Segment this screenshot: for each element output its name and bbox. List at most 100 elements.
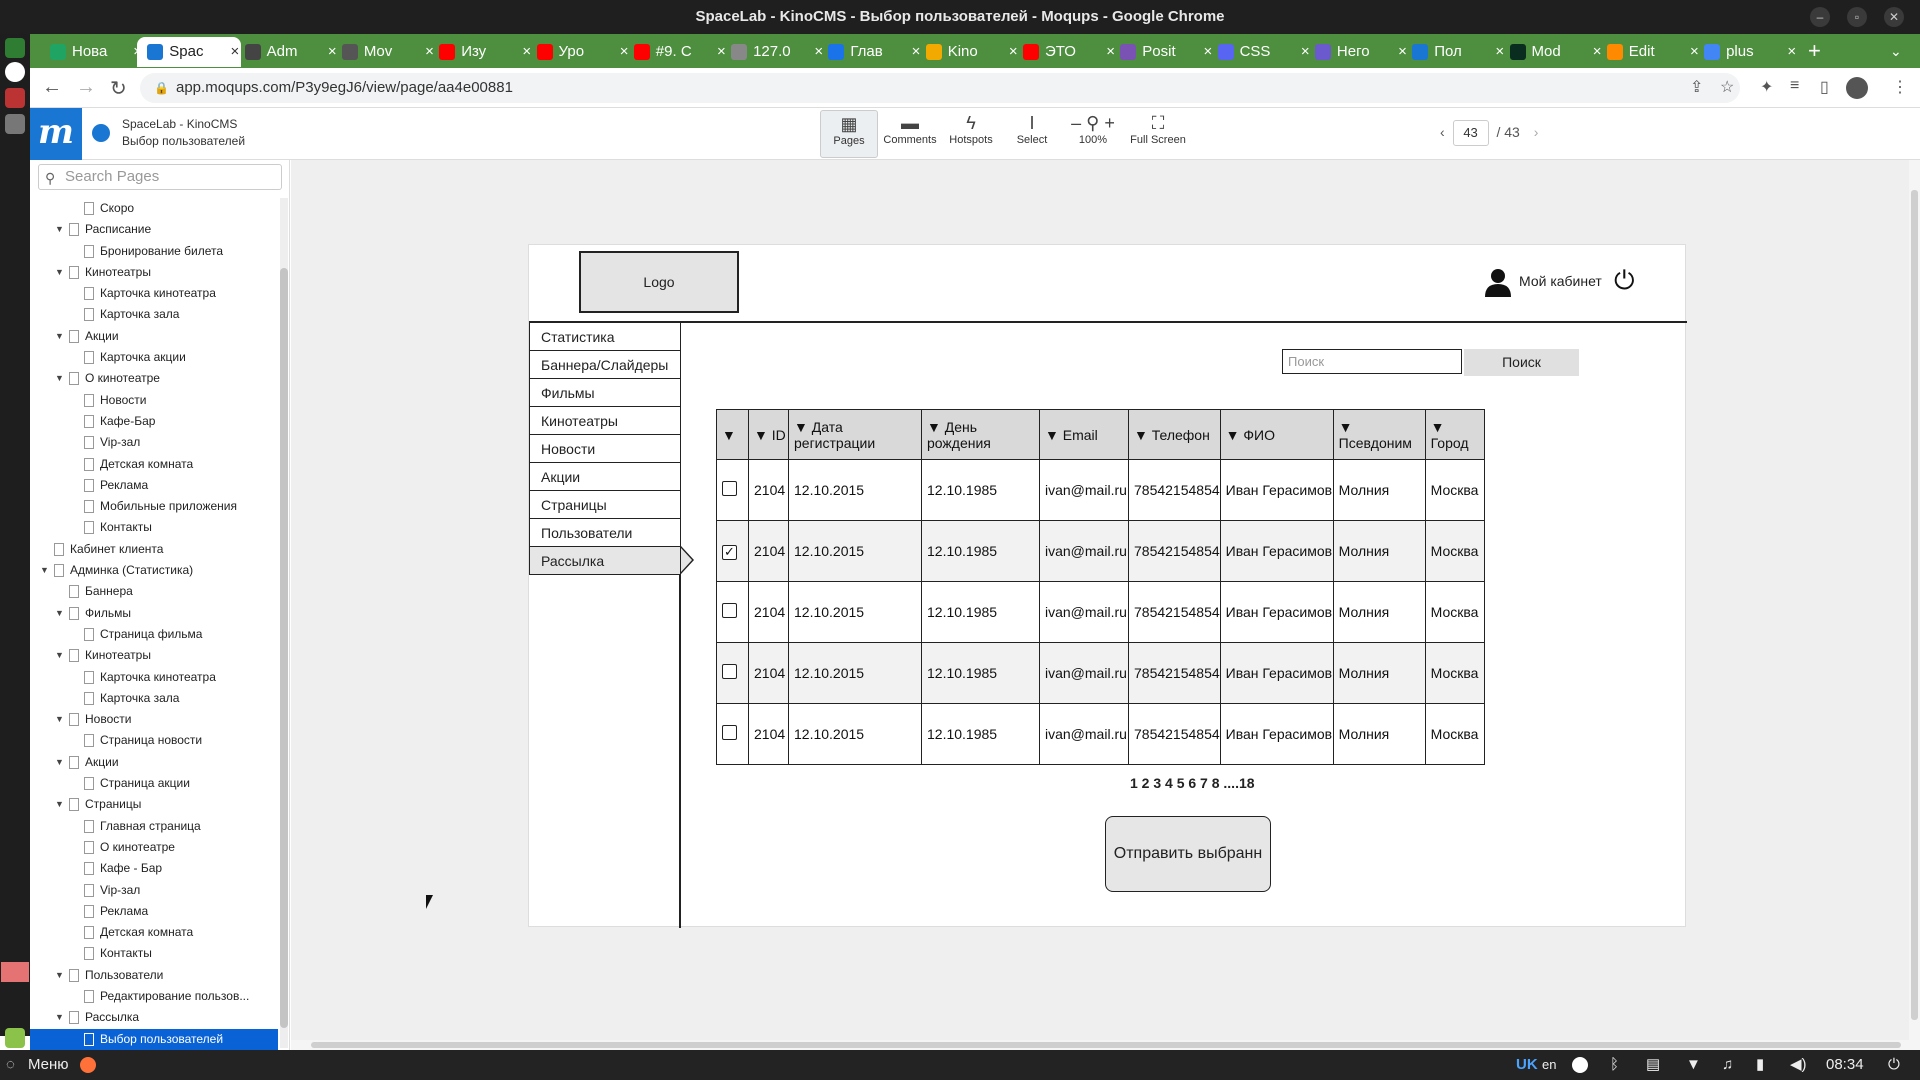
browser-tab[interactable]: Kino × [916,37,1020,67]
page-tree-item[interactable]: Карточка акции [30,347,278,368]
column-header[interactable]: ▼ Дата регистрации [788,409,922,460]
trash-icon[interactable] [5,1028,25,1048]
page-tree-item[interactable]: Детская комната [30,922,278,943]
browser-tab[interactable]: Posit × [1110,37,1214,67]
browser-tab[interactable]: Глав × [818,37,922,67]
page-tree-item[interactable]: ▼ О кинотеатре [30,368,278,389]
page-tree-item[interactable]: ▼ Админка (Статистика) [30,560,278,581]
canvas-vscrollbar[interactable] [1909,160,1920,1040]
browser-tab[interactable]: Adm × [235,37,339,67]
moqups-logo[interactable]: m [30,108,82,160]
page-tree-item[interactable]: Детская комната [30,454,278,475]
app-icon[interactable] [1,962,29,982]
chrome-icon[interactable] [5,62,25,82]
back-icon[interactable]: ← [42,76,62,99]
power-tray-icon[interactable]: ⏻ [1888,1050,1900,1080]
page-tree-item[interactable]: Карточка кинотеатра [30,283,278,304]
browser-tab[interactable]: Edit × [1597,37,1701,67]
maximize-icon[interactable]: ▫ [1847,7,1867,27]
menu-item[interactable]: Пользователи [529,519,681,547]
my-cabinet-link[interactable]: Мой кабинет [1519,273,1602,289]
pages-tool[interactable]: ▦ Pages [820,110,878,158]
browser-tab[interactable]: Mov × [332,37,436,67]
page-tree-item[interactable]: Карточка зала [30,688,278,709]
row-checkbox[interactable] [722,481,737,496]
expand-arrow-icon[interactable]: ▼ [55,603,64,624]
select-tool[interactable]: I Select [1003,110,1061,158]
column-header[interactable]: ▼ [716,409,749,460]
close-tab-icon[interactable]: × [1787,37,1796,67]
column-header[interactable]: ▼ Email [1039,409,1129,460]
page-tree-item[interactable]: Реклама [30,901,278,922]
network-icon[interactable]: ▤ [1646,1050,1660,1080]
bookmark-star-icon[interactable]: ☆ [1720,77,1734,97]
page-tree-item[interactable]: ▼ Кинотеатры [30,262,278,283]
browser-tab[interactable]: Пол × [1402,37,1506,67]
page-tree-item[interactable]: ▼ Рассылка [30,1007,278,1028]
battery-icon[interactable]: ▮ [1756,1050,1764,1080]
page-tree-item[interactable]: О кинотеатре [30,837,278,858]
expand-arrow-icon[interactable]: ▼ [55,645,64,666]
close-icon[interactable]: ✕ [1884,7,1904,27]
address-bar[interactable]: 🔒 app.moqups.com/P3y9egJ6/view/page/aa4e… [140,73,1740,103]
browser-tab[interactable]: 127.0 × [721,37,825,67]
wifi-icon[interactable]: ▼ [1686,1050,1701,1080]
expand-arrow-icon[interactable]: ▼ [55,1007,64,1028]
expand-arrow-icon[interactable]: ▼ [55,368,64,389]
page-tree-item[interactable]: Бронирование билета [30,241,278,262]
tab-search-icon[interactable]: ⌄ [1890,34,1902,68]
column-header[interactable]: ▼ ID [748,409,789,460]
expand-arrow-icon[interactable]: ▼ [55,326,64,347]
page-tree-item[interactable]: ▼ Расписание [30,219,278,240]
sidepanel-icon[interactable]: ▯ [1820,77,1829,97]
scrollbar-thumb[interactable] [311,1042,1901,1048]
power-icon[interactable]: ⏻ [1614,267,1635,293]
firefox-icon[interactable] [80,1057,96,1073]
forward-icon[interactable]: → [76,76,96,99]
menu-item[interactable]: Кинотеатры [529,407,681,435]
browser-tab[interactable]: Уро × [527,37,631,67]
column-header[interactable]: ▼ Город [1424,409,1485,460]
page-tree-item[interactable]: Реклама [30,475,278,496]
browser-tab[interactable]: plus × [1694,37,1798,67]
folder-icon[interactable] [5,114,25,134]
page-number-input[interactable]: 43 [1452,120,1489,146]
volume-icon[interactable]: ◀) [1790,1050,1807,1080]
page-tree-item[interactable]: Новости [30,390,278,411]
page-tree-item[interactable]: Кафе - Бар [30,858,278,879]
expand-arrow-icon[interactable]: ▼ [55,219,64,240]
sidebar-scrollbar[interactable] [280,198,288,1048]
menu-item[interactable]: Статистика [529,323,681,351]
menu-dots-icon[interactable]: ⋮ [1892,77,1908,97]
page-tree-item[interactable]: ▼ Акции [30,752,278,773]
browser-tab[interactable]: Нова× [40,37,144,67]
pagination[interactable]: 1 2 3 4 5 6 7 8 ....18 [1130,775,1255,791]
expand-arrow-icon[interactable]: ▼ [55,709,64,730]
page-tree-item[interactable]: Vip-зал [30,432,278,453]
expand-arrow-icon[interactable]: ▼ [40,560,49,581]
search-pages-input[interactable]: ⚲ Search Pages [38,164,282,190]
page-tree-item[interactable]: ▼ Новости [30,709,278,730]
keyboard-layout[interactable]: UK [1516,1050,1538,1080]
page-tree-item[interactable]: ▼ Пользователи [30,965,278,986]
browser-tab[interactable]: Изу × [429,37,533,67]
page-tree-item[interactable]: Мобильные приложения [30,496,278,517]
page-tree-item[interactable]: ▼ Акции [30,326,278,347]
browser-tab[interactable]: #9. С × [624,37,728,67]
next-page-icon[interactable]: › [1534,124,1539,140]
start-menu-button[interactable]: Меню [28,1050,69,1080]
search-input[interactable]: Поиск [1282,349,1462,374]
comments-tool[interactable]: ▬ Comments [881,110,939,158]
clock[interactable]: 08:34 [1826,1050,1864,1080]
share-icon[interactable]: ⇪ [1690,77,1703,97]
page-tree-item[interactable]: Главная страница [30,816,278,837]
expand-arrow-icon[interactable]: ▼ [55,965,64,986]
expand-arrow-icon[interactable]: ▼ [55,794,64,815]
page-tree-item[interactable]: ▼ Страницы [30,794,278,815]
canvas-hscrollbar[interactable] [291,1040,1920,1050]
search-button[interactable]: Поиск [1464,349,1579,376]
page-tree-item[interactable]: Кабинет клиента [30,539,278,560]
media-icon[interactable]: ≡ [1790,77,1799,95]
scrollbar-thumb[interactable] [280,268,288,1028]
row-checkbox[interactable] [722,664,737,679]
